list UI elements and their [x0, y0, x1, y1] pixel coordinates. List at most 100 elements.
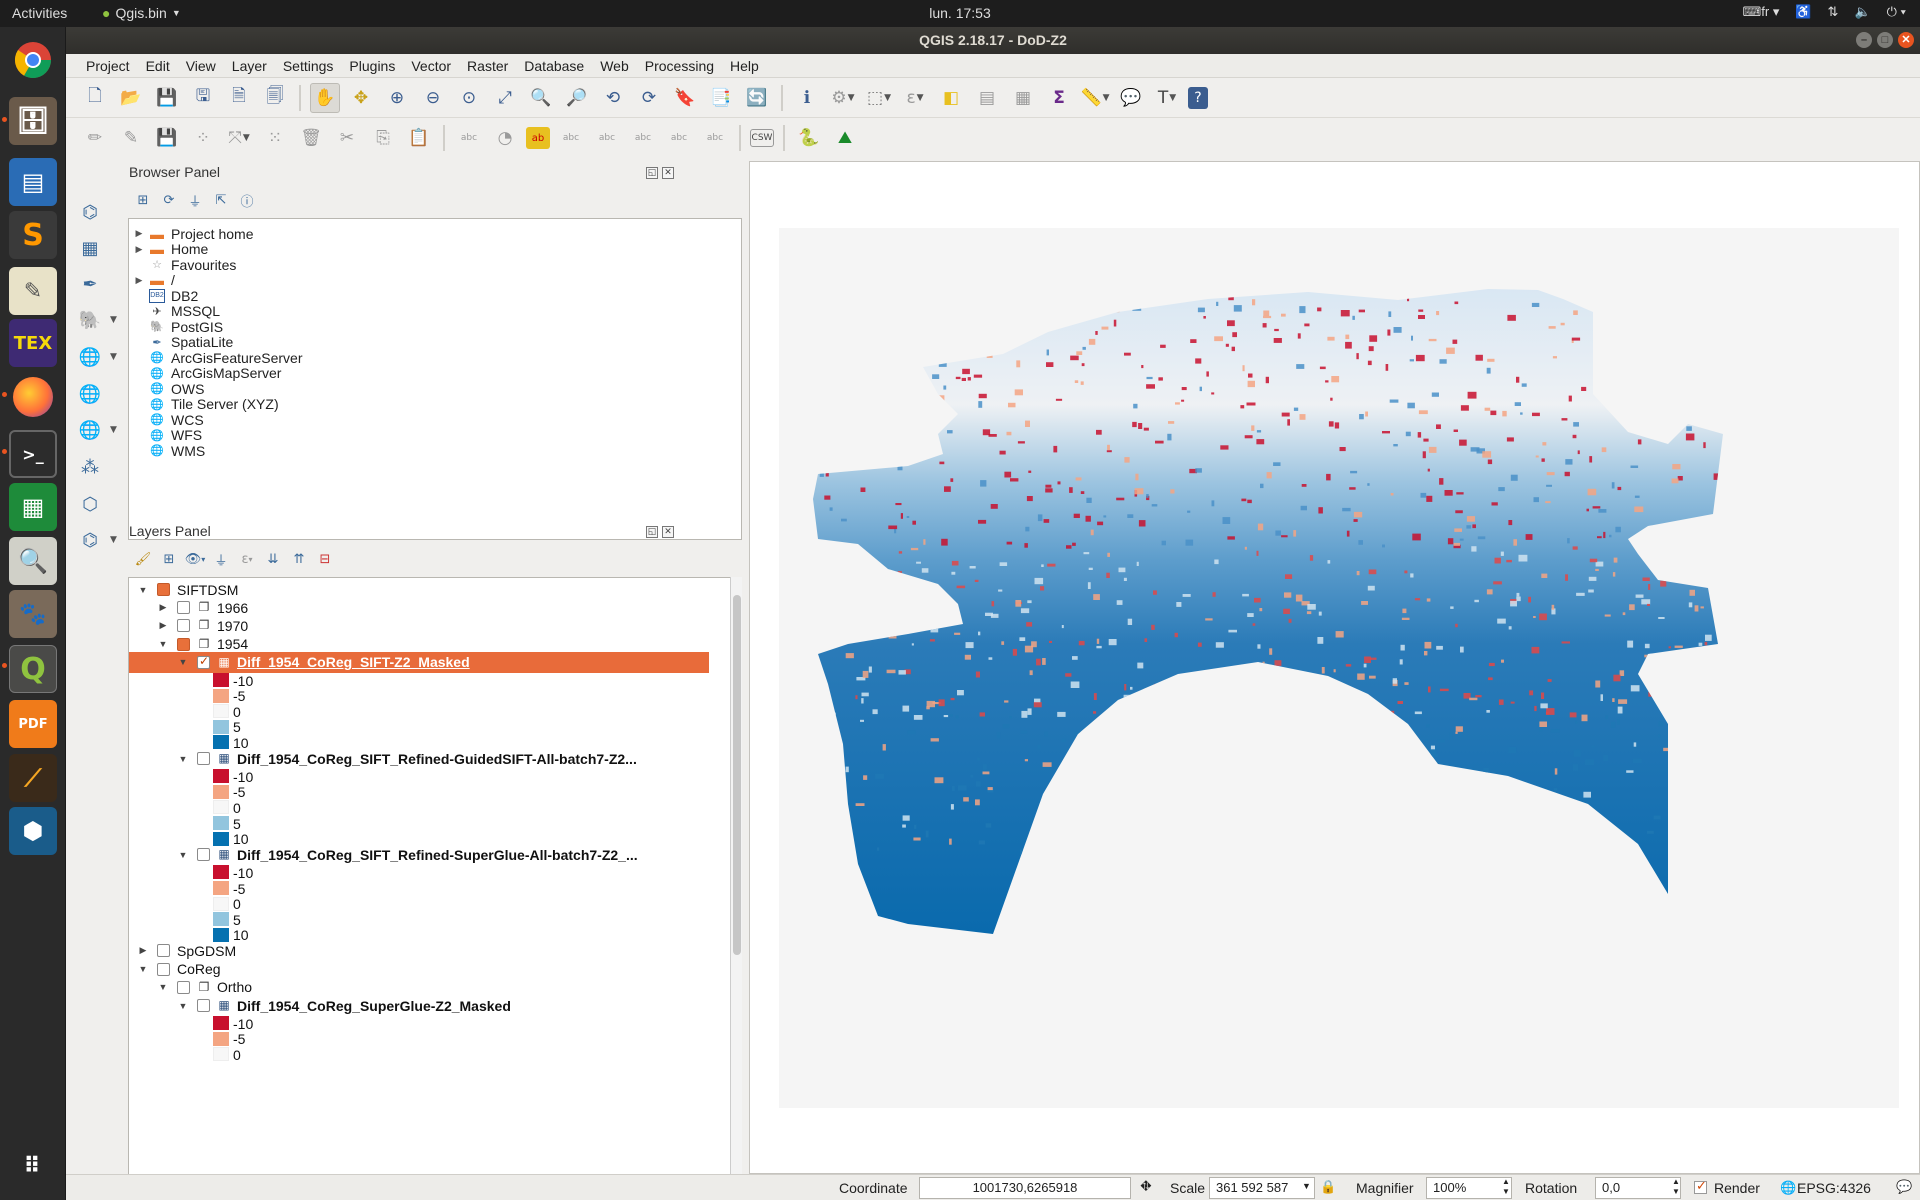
profile-tool-icon[interactable]: ⛰ — [830, 123, 860, 153]
expand-arrow-icon[interactable]: ▼ — [177, 754, 189, 764]
zoom-native-resolution-icon[interactable]: ⊙ — [454, 83, 484, 113]
pan-map-icon[interactable]: ✋ — [310, 82, 340, 113]
visibility-checkbox[interactable] — [197, 848, 210, 862]
new-shapefile-icon[interactable]: ⌬ — [72, 525, 108, 555]
new-project-icon[interactable]: 🗋 — [80, 83, 110, 113]
keyboard-layout-indicator[interactable]: ⌨fr ▾ — [1743, 4, 1780, 20]
node-tool-icon[interactable]: ⁙ — [260, 123, 290, 153]
zoom-full-icon[interactable]: ⤢ — [490, 83, 520, 113]
new-print-composer-icon[interactable]: 🗎 — [224, 83, 254, 113]
layers-scrollbar[interactable] — [730, 577, 742, 1195]
browser-item[interactable]: 🌐 WMS — [129, 441, 205, 460]
crs-globe-icon[interactable]: 🌐 — [1780, 1180, 1796, 1196]
expand-arrow-icon[interactable]: ▼ — [157, 639, 169, 649]
deselect-all-icon[interactable]: ◧ — [936, 83, 966, 113]
save-as-icon[interactable]: 🖫 — [188, 83, 218, 113]
dropdown-arrow[interactable]: ▼ — [110, 425, 117, 435]
menu-settings[interactable]: Settings — [275, 56, 342, 76]
volume-icon[interactable]: 🔈 — [1854, 4, 1870, 20]
virtualbox-launcher[interactable]: ⬢ — [9, 807, 57, 855]
menu-help[interactable]: Help — [722, 56, 767, 76]
add-vector-layer-icon[interactable]: ⌬ — [72, 197, 108, 227]
delete-selected-icon[interactable]: 🗑 — [296, 123, 326, 153]
menu-vector[interactable]: Vector — [403, 56, 459, 76]
close-panel-button[interactable]: ✕ — [662, 526, 674, 538]
dropdown-arrow[interactable]: ▼ — [110, 352, 117, 362]
filter-by-expression-icon[interactable]: ε ▾ — [238, 550, 256, 568]
select-by-value-icon[interactable]: ε ▼ — [900, 83, 930, 113]
network-icon[interactable]: ⇅ — [1828, 4, 1839, 20]
menu-processing[interactable]: Processing — [637, 56, 722, 76]
float-panel-button[interactable]: ◱ — [646, 526, 658, 538]
layer-diagram-icon[interactable]: ◔ — [490, 123, 520, 153]
show-applications-button[interactable]: ⠿ — [9, 1142, 57, 1190]
menu-edit[interactable]: Edit — [138, 56, 178, 76]
app-menu[interactable]: ● Qgis.bin ▼ — [102, 5, 181, 21]
collapse-all-icon[interactable]: ⇈ — [290, 550, 308, 568]
menu-database[interactable]: Database — [516, 56, 592, 76]
expand-arrow-icon[interactable]: ▶ — [129, 275, 149, 286]
layer-labeling-icon[interactable]: abc — [454, 123, 484, 153]
minimize-button[interactable]: – — [1856, 32, 1872, 48]
open-project-icon[interactable]: 📂 — [116, 83, 146, 113]
new-bookmark-icon[interactable]: 🔖 — [670, 83, 700, 113]
texmaker-launcher[interactable]: TEX — [9, 319, 57, 367]
statistical-summary-icon[interactable]: Σ — [1044, 83, 1074, 113]
expand-arrow-icon[interactable]: ▶ — [129, 228, 149, 239]
firefox-launcher[interactable] — [9, 373, 57, 421]
map-tips-icon[interactable]: 💬 — [1116, 83, 1146, 113]
expand-all-icon[interactable]: ⇊ — [264, 550, 282, 568]
change-label-icon[interactable]: abc — [700, 123, 730, 153]
add-delimited-text-icon[interactable]: ⁂ — [72, 452, 108, 482]
help-icon[interactable]: ? — [1188, 86, 1208, 109]
qgis-launcher[interactable]: Q — [9, 645, 57, 693]
zoom-last-icon[interactable]: ⟲ — [598, 83, 628, 113]
add-wcs-layer-icon[interactable]: 🌐 — [72, 379, 108, 409]
python-console-icon[interactable]: 🐍 — [794, 123, 824, 153]
refresh-icon[interactable]: ⟳ — [160, 191, 178, 209]
text-annotation-icon[interactable]: T ▼ — [1152, 83, 1182, 113]
menu-project[interactable]: Project — [78, 56, 138, 76]
spin-arrows-icon[interactable]: ▲ ▼ — [1672, 1177, 1680, 1197]
manage-visibility-icon[interactable]: 👁 ▾ — [185, 550, 206, 568]
expand-arrow-icon[interactable]: ▼ — [137, 585, 149, 595]
close-button[interactable]: ✕ — [1898, 32, 1914, 48]
filter-legend-icon[interactable]: ⏚ — [212, 550, 230, 569]
select-features-icon[interactable]: ⬚ ▼ — [864, 83, 894, 113]
visibility-checkbox[interactable] — [177, 637, 190, 651]
move-label-icon[interactable]: abc — [628, 123, 658, 153]
refresh-icon[interactable]: 🔄 — [742, 83, 772, 113]
render-checkbox[interactable]: ✓ — [1694, 1178, 1707, 1194]
menu-view[interactable]: View — [178, 56, 224, 76]
expand-arrow-icon[interactable]: ▶ — [129, 244, 149, 255]
paste-features-icon[interactable]: 📋 — [404, 123, 434, 153]
menu-raster[interactable]: Raster — [459, 56, 516, 76]
activities-button[interactable]: Activities — [12, 5, 67, 21]
visibility-checkbox[interactable] — [197, 752, 210, 765]
toggle-editing-icon[interactable]: ✎ — [116, 123, 146, 153]
zoom-to-selection-icon[interactable]: 🔍 — [526, 83, 556, 113]
expand-arrow-icon[interactable]: ▼ — [177, 657, 189, 667]
run-action-icon[interactable]: ⚙ ▼ — [828, 83, 858, 113]
metasearch-csw-icon[interactable]: CSW — [750, 129, 774, 147]
map-canvas[interactable] — [749, 161, 1920, 1174]
field-calculator-icon[interactable]: ▦ — [1008, 83, 1038, 113]
show-bookmarks-icon[interactable]: 📑 — [706, 83, 736, 113]
add-spatialite-layer-icon[interactable]: ✒ — [72, 269, 108, 299]
maximize-button[interactable]: □ — [1877, 32, 1893, 48]
coordinate-field[interactable]: 1001730,6265918 — [919, 1177, 1131, 1199]
crs-status[interactable]: EPSG:4326 — [1797, 1180, 1871, 1196]
writer-launcher[interactable]: ▤ — [9, 158, 57, 206]
add-wfs-layer-icon[interactable]: 🌐 — [72, 415, 108, 445]
zoom-out-icon[interactable]: ⊖ — [418, 83, 448, 113]
save-project-icon[interactable]: 💾 — [152, 83, 182, 113]
attribute-table-icon[interactable]: ▤ — [972, 83, 1002, 113]
pan-to-selection-icon[interactable]: ✥ — [346, 83, 376, 113]
expand-arrow-icon[interactable]: ▼ — [137, 964, 149, 974]
zoom-to-layer-icon[interactable]: 🔎 — [562, 83, 592, 113]
add-postgis-layer-icon[interactable]: 🐘 — [72, 305, 108, 335]
properties-icon[interactable]: ⓘ — [238, 191, 256, 210]
visibility-checkbox[interactable] — [157, 962, 170, 976]
gimp-launcher[interactable]: 🐾 — [9, 590, 57, 638]
files-launcher[interactable]: 🗄 — [9, 97, 57, 145]
